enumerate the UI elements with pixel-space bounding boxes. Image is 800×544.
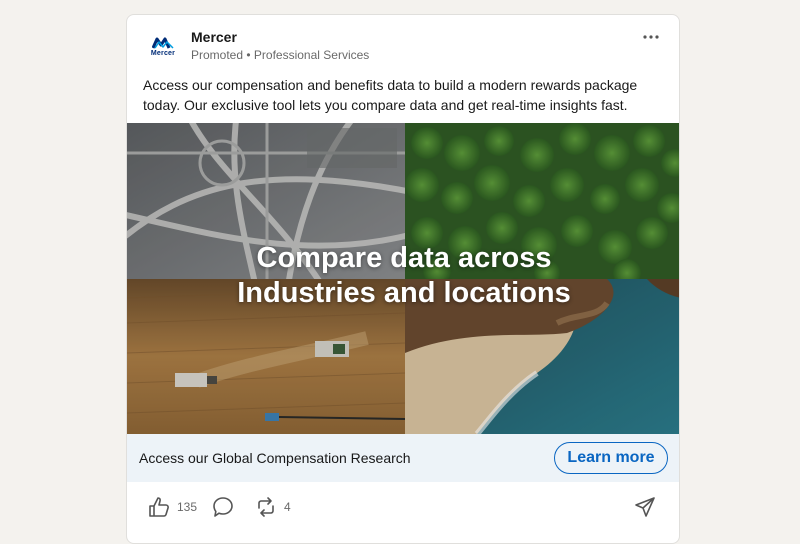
cta-bar[interactable]: Access our Global Compensation Research … bbox=[127, 434, 679, 482]
like-button[interactable]: 135 bbox=[147, 495, 197, 519]
like-count[interactable]: 135 bbox=[177, 500, 197, 514]
repost-icon bbox=[258, 497, 274, 517]
cta-title[interactable]: Access our Global Compensation Research bbox=[139, 450, 411, 466]
post-header: Mercer Mercer Promoted • Professional Se… bbox=[127, 15, 679, 73]
image-headline: Compare data across Industries and locat… bbox=[127, 241, 679, 311]
send-icon bbox=[635, 497, 655, 517]
comment-button[interactable] bbox=[211, 495, 235, 519]
logo-wordmark: Mercer bbox=[150, 50, 176, 57]
more-options-icon bbox=[643, 35, 659, 39]
more-options-button[interactable] bbox=[639, 25, 663, 49]
thumbs-up-icon bbox=[149, 497, 169, 517]
sponsored-post-card: Mercer Mercer Promoted • Professional Se… bbox=[126, 14, 680, 544]
company-name-link[interactable]: Mercer bbox=[191, 29, 237, 45]
repost-count[interactable]: 4 bbox=[284, 500, 291, 514]
company-logo[interactable]: Mercer bbox=[143, 27, 183, 67]
social-actions-bar: 135 4 bbox=[127, 485, 679, 529]
learn-more-button[interactable]: Learn more bbox=[554, 442, 668, 474]
comment-icon bbox=[213, 497, 233, 517]
post-meta: Promoted • Professional Services bbox=[191, 48, 370, 62]
repost-button[interactable]: 4 bbox=[254, 495, 291, 519]
send-button[interactable] bbox=[633, 495, 657, 519]
image-headline-line-1: Compare data across bbox=[256, 242, 552, 274]
ad-image[interactable]: Compare data across Industries and locat… bbox=[127, 123, 679, 434]
post-body-text: Access our compensation and benefits dat… bbox=[143, 77, 638, 113]
image-headline-line-2: Industries and locations bbox=[237, 277, 571, 309]
mercer-logo-icon bbox=[152, 37, 174, 49]
